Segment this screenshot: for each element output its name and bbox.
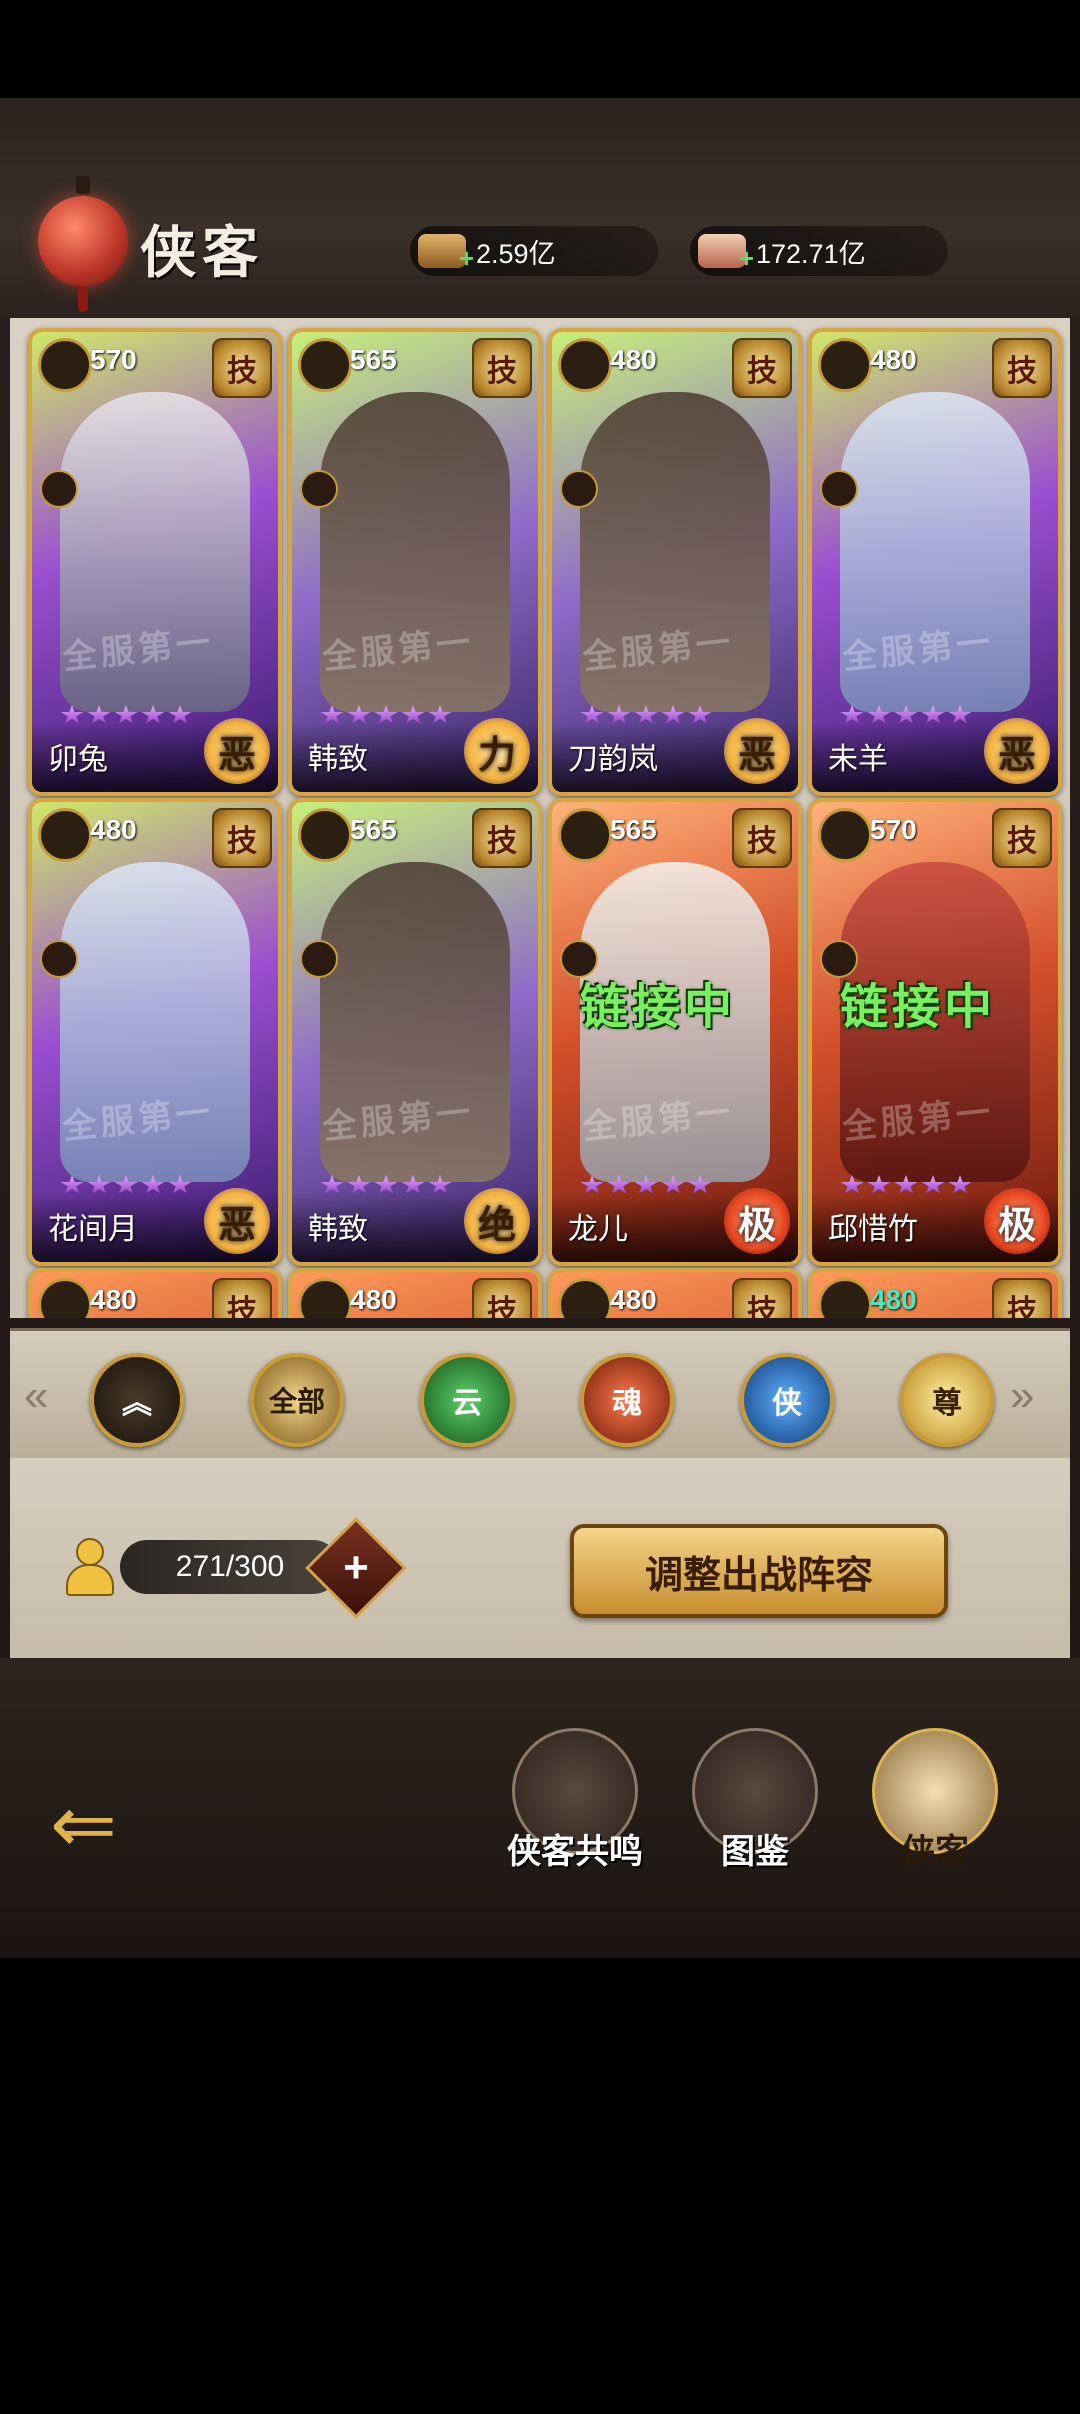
- hero-card[interactable]: 565 技全服第一 链接中 龙儿极: [548, 798, 802, 1266]
- hero-card[interactable]: 565 技全服第一 韩致力: [288, 328, 542, 796]
- app-root: 侠客 + 2.59亿 + 172.71亿 570 技全服第一 卯兔恶 565 技全服第一…: [0, 98, 1080, 2414]
- hero-name: 花间月: [48, 1213, 138, 1246]
- adjust-lineup-button[interactable]: 调整出战阵容: [570, 1524, 948, 1618]
- hero-name: 邱惜竹: [828, 1213, 918, 1246]
- equipment-slot-icon: [40, 470, 78, 508]
- hero-level: 480: [870, 344, 917, 375]
- skill-tag: 技: [732, 808, 792, 868]
- equipment-slot-icon: [300, 940, 338, 978]
- skill-tag: 技: [732, 338, 792, 398]
- system-nav-area: [0, 1958, 1080, 2414]
- faction-gold-icon: [298, 338, 352, 392]
- skill-tag: 技: [472, 1278, 532, 1318]
- hero-card[interactable]: 480技全服第一链接中姬无烈极: [548, 1268, 802, 1318]
- hero-level: 480: [90, 1284, 137, 1315]
- hero-name: 刀韵岚: [568, 743, 658, 776]
- hero-name: 韩致: [308, 743, 368, 776]
- rank-badge: 极: [984, 1188, 1050, 1254]
- hero-card[interactable]: 480技全服第一链接中须弥光极: [288, 1268, 542, 1318]
- nav-codex[interactable]: 图鉴: [680, 1728, 830, 1898]
- expand-roster-button[interactable]: +: [305, 1517, 407, 1619]
- linking-status: 链接中: [840, 979, 997, 1035]
- person-icon: [60, 1538, 116, 1596]
- chevron-left-icon: «: [24, 1371, 49, 1420]
- hero-name: 卯兔: [48, 743, 108, 776]
- filter-xia[interactable]: 侠: [740, 1353, 834, 1447]
- faction-gold-icon: [298, 808, 352, 862]
- skill-tag: 技: [212, 1278, 272, 1318]
- equipment-slot-icon: [300, 470, 338, 508]
- hero-level: 570: [870, 814, 917, 845]
- linking-status: 链接中: [580, 979, 737, 1035]
- rank-badge: 恶: [724, 718, 790, 784]
- filter-cloud[interactable]: 云: [420, 1353, 514, 1447]
- skill-tag: 技: [212, 808, 272, 868]
- rank-badge: 绝: [464, 1188, 530, 1254]
- skill-tag: 技: [472, 338, 532, 398]
- skill-tag: 技: [212, 338, 272, 398]
- hero-grid: 570 技全服第一 卯兔恶 565 技全服第一 韩致力 480 技全服第一 刀韵岚恶 480 技全服…: [10, 318, 1070, 1318]
- hero-level: 565: [610, 814, 657, 845]
- nav-resonance[interactable]: 侠客共鸣: [500, 1728, 650, 1898]
- faction-gold-icon: [558, 338, 612, 392]
- sort-toggle-button[interactable]: ︽: [90, 1353, 184, 1447]
- equipment-slot-icon: [40, 940, 78, 978]
- hero-level: 565: [350, 344, 397, 375]
- faction-gold-icon: [38, 808, 92, 862]
- food-icon: +: [698, 234, 754, 273]
- rank-badge: 恶: [984, 718, 1050, 784]
- hero-card[interactable]: 570 技全服第一 卯兔恶: [28, 328, 282, 796]
- lantern-icon: [38, 176, 128, 312]
- hero-level: 480: [90, 814, 137, 845]
- hero-card[interactable]: 480技全服第一链接中谢危极: [28, 1268, 282, 1318]
- rank-badge: 极: [724, 1188, 790, 1254]
- equipment-slot-icon: [560, 470, 598, 508]
- hero-level: 480: [610, 344, 657, 375]
- equipment-slot-icon: [820, 470, 858, 508]
- hero-card[interactable]: 565 技全服第一 韩致绝: [288, 798, 542, 1266]
- skill-tag: 技: [732, 1278, 792, 1318]
- resource-coins-value: 2.59亿: [476, 238, 556, 269]
- coin-icon: +: [418, 234, 474, 273]
- hero-level: 480: [610, 1284, 657, 1315]
- skill-tag: 技: [992, 338, 1052, 398]
- hero-name: 未羊: [828, 743, 888, 776]
- hero-card[interactable]: 570 技全服第一 链接中 邱惜竹极: [808, 798, 1062, 1266]
- resource-coins[interactable]: + 2.59亿: [410, 226, 658, 276]
- page-title: 侠客: [140, 220, 264, 286]
- resource-food-value: 172.71亿: [756, 238, 866, 269]
- filter-zun[interactable]: 尊: [900, 1353, 994, 1447]
- skill-tag: 技: [992, 808, 1052, 868]
- header: 侠客 + 2.59亿 + 172.71亿: [0, 98, 1080, 318]
- hero-card[interactable]: 480 技全服第一 花间月恶: [28, 798, 282, 1266]
- faction-blue-icon: [818, 808, 872, 862]
- hero-level: 570: [90, 344, 137, 375]
- hero-name: 韩致: [308, 1213, 368, 1246]
- skill-tag: 技: [472, 808, 532, 868]
- faction-gold-icon: [818, 338, 872, 392]
- bottom-nav: ⇐ 侠客共鸣 图鉴 侠客: [0, 1658, 1080, 1958]
- faction-gold-icon: [38, 338, 92, 392]
- skill-tag: 技: [992, 1278, 1052, 1318]
- rank-badge: 恶: [204, 718, 270, 784]
- filter-all[interactable]: 全部: [250, 1353, 344, 1447]
- faction-blue-icon: [558, 808, 612, 862]
- resource-food[interactable]: + 172.71亿: [690, 226, 948, 276]
- hero-level: 480: [870, 1284, 917, 1315]
- hero-card[interactable]: 480 技全服第一 未羊恶: [808, 328, 1062, 796]
- filter-soul[interactable]: 魂: [580, 1353, 674, 1447]
- hero-name: 龙儿: [568, 1213, 628, 1246]
- rank-badge: 力: [464, 718, 530, 784]
- back-arrow-icon[interactable]: ⇐: [50, 1778, 117, 1871]
- nav-heroes[interactable]: 侠客: [860, 1728, 1010, 1898]
- hero-level: 480: [350, 1284, 397, 1315]
- hero-card[interactable]: 480技全服第一李棠极: [808, 1268, 1062, 1318]
- chevron-right-icon: »: [1010, 1371, 1035, 1420]
- hero-level: 565: [350, 814, 397, 845]
- rank-badge: 恶: [204, 1188, 270, 1254]
- roster-footer: 271/300 + 调整出战阵容: [10, 1458, 1070, 1658]
- hero-card[interactable]: 480 技全服第一 刀韵岚恶: [548, 328, 802, 796]
- filter-bar: « ︽ 全部 云 魂 侠 尊 »: [10, 1328, 1070, 1464]
